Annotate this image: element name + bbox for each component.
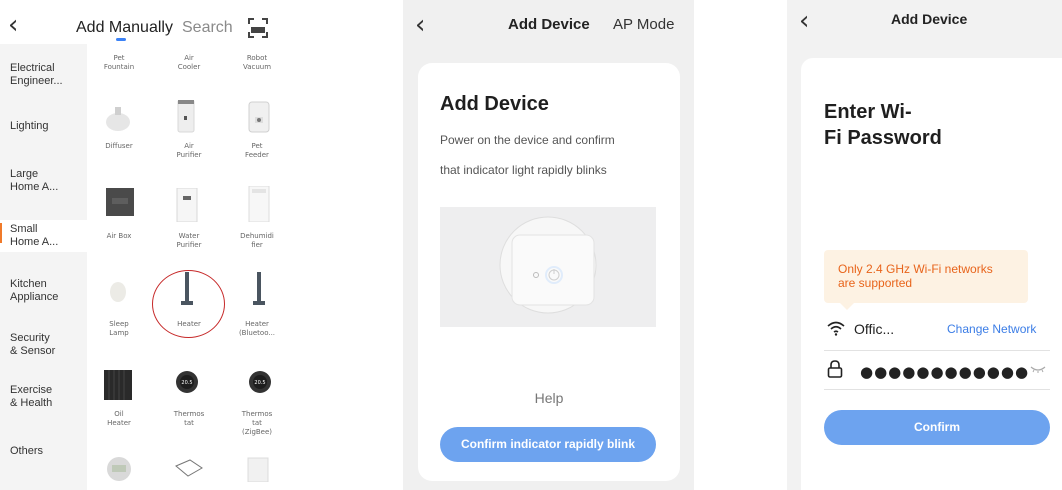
wifi-card: Enter Wi- Fi Password Only 2.4 GHz Wi-Fi… bbox=[801, 58, 1062, 490]
device-label-dehumidifier[interactable]: Dehumidi fier bbox=[226, 232, 278, 250]
device-label-heater[interactable]: Heater bbox=[158, 320, 220, 329]
device-label-air-box[interactable]: Air Box bbox=[88, 232, 150, 241]
device-label-sleep-lamp[interactable]: Sleep Lamp bbox=[88, 320, 150, 338]
category-label: Exercise & Health bbox=[10, 384, 53, 409]
category-label: Kitchen Appliance bbox=[10, 278, 59, 303]
card-title: Add Device bbox=[440, 93, 549, 115]
air-purifier-icon[interactable] bbox=[176, 100, 196, 134]
page-title: Add Device bbox=[508, 16, 590, 33]
device-illustration bbox=[440, 207, 656, 327]
category-label: Security & Sensor bbox=[10, 332, 56, 357]
scan-icon[interactable] bbox=[248, 18, 268, 38]
meter-icon[interactable] bbox=[106, 456, 132, 482]
category-small-home[interactable]: Small Home A... bbox=[0, 220, 87, 252]
device-label-thermostat[interactable]: Thermos tat bbox=[158, 410, 220, 428]
device-label-oil-heater[interactable]: Oil Heater bbox=[88, 410, 150, 428]
category-security[interactable]: Security & Sensor bbox=[0, 332, 87, 358]
thermostat-zigbee-icon[interactable]: 20.5 bbox=[248, 370, 272, 394]
category-label: Large Home A... bbox=[10, 168, 59, 193]
category-kitchen[interactable]: Kitchen Appliance bbox=[0, 278, 87, 304]
category-electrical[interactable]: Electrical Engineer... bbox=[0, 62, 87, 88]
device-label-robot-vacuum[interactable]: Robot Vacuum bbox=[226, 54, 278, 72]
back-chevron-icon[interactable]: ‹ bbox=[799, 8, 809, 34]
device-label-air-purifier[interactable]: Air Purifier bbox=[158, 142, 220, 160]
network-warning-bubble: Only 2.4 GHz Wi-Fi networks are supporte… bbox=[824, 250, 1028, 310]
ap-mode-link[interactable]: AP Mode bbox=[613, 16, 674, 33]
air-box-icon[interactable] bbox=[106, 188, 134, 216]
tab-add-manually[interactable]: Add Manually bbox=[76, 19, 173, 37]
device-label-heater-bluetooth[interactable]: Heater (Bluetoo... bbox=[226, 320, 278, 338]
panel-device-icon[interactable] bbox=[246, 456, 270, 482]
confirm-blink-button[interactable]: Confirm indicator rapidly blink bbox=[440, 427, 656, 462]
oil-heater-icon[interactable] bbox=[104, 370, 132, 400]
device-label-water-purifier[interactable]: Water Purifier bbox=[158, 232, 220, 250]
wifi-ssid: Offic... bbox=[854, 321, 895, 337]
sleep-lamp-icon[interactable] bbox=[108, 280, 128, 304]
tab-search[interactable]: Search bbox=[182, 19, 233, 37]
add-manually-screen: ‹ Add Manually Search Electrical Enginee… bbox=[0, 0, 278, 490]
category-exercise[interactable]: Exercise & Health bbox=[0, 384, 87, 410]
pet-feeder-icon[interactable] bbox=[248, 100, 270, 134]
lock-icon bbox=[827, 360, 843, 378]
heater-bluetooth-icon[interactable] bbox=[252, 272, 266, 308]
help-link[interactable]: Help bbox=[418, 390, 680, 406]
wifi-password-screen: ‹ Add Device Enter Wi- Fi Password Only … bbox=[787, 0, 1062, 490]
back-chevron-icon[interactable]: ‹ bbox=[8, 12, 18, 38]
tray-icon[interactable] bbox=[174, 458, 204, 480]
category-lighting[interactable]: Lighting bbox=[0, 120, 87, 133]
divider bbox=[824, 350, 1050, 351]
instruction-line-1: Power on the device and confirm bbox=[440, 133, 615, 147]
dehumidifier-icon[interactable] bbox=[248, 186, 270, 222]
category-label: Lighting bbox=[10, 120, 49, 132]
device-label-pet-feeder[interactable]: Pet Feeder bbox=[226, 142, 278, 160]
add-device-screen: ‹ Add Device AP Mode Add Device Power on… bbox=[403, 0, 694, 490]
confirm-button[interactable]: Confirm bbox=[824, 410, 1050, 445]
svg-text:20.5: 20.5 bbox=[181, 380, 192, 386]
category-label: Electrical Engineer... bbox=[10, 62, 63, 87]
svg-text:20.5: 20.5 bbox=[254, 380, 265, 386]
top-bar: ‹ Add Manually Search bbox=[0, 0, 278, 44]
category-label: Others bbox=[10, 445, 44, 457]
device-label-air-cooler[interactable]: Air Cooler bbox=[158, 54, 220, 72]
divider bbox=[824, 389, 1050, 390]
change-network-link[interactable]: Change Network bbox=[947, 322, 1036, 336]
category-sidebar: Electrical Engineer... Lighting Large Ho… bbox=[0, 44, 87, 490]
wifi-icon bbox=[827, 321, 845, 336]
password-field[interactable]: ●●●●●●●●●●●● bbox=[860, 363, 1029, 381]
device-label-thermostat-zigbee[interactable]: Thermos tat (ZigBee) bbox=[226, 410, 278, 437]
category-large-home[interactable]: Large Home A... bbox=[0, 168, 87, 194]
back-chevron-icon[interactable]: ‹ bbox=[415, 12, 425, 38]
card-title-line-2: Fi Password bbox=[824, 127, 942, 149]
card-title-line-1: Enter Wi- bbox=[824, 101, 912, 123]
diffuser-icon[interactable] bbox=[103, 104, 133, 132]
device-label-diffuser[interactable]: Diffuser bbox=[88, 142, 150, 151]
eye-closed-icon[interactable] bbox=[1029, 365, 1047, 373]
device-label-pet-fountain[interactable]: Pet Fountain bbox=[88, 54, 150, 72]
instruction-card: Add Device Power on the device and confi… bbox=[418, 63, 680, 481]
active-tab-indicator bbox=[116, 38, 126, 41]
category-label: Small Home A... bbox=[10, 223, 59, 248]
thermostat-icon[interactable]: 20.5 bbox=[175, 370, 199, 394]
instruction-line-2: that indicator light rapidly blinks bbox=[440, 163, 607, 177]
water-purifier-icon[interactable] bbox=[176, 188, 198, 222]
device-power-illustration-icon bbox=[499, 216, 597, 314]
category-others[interactable]: Others bbox=[0, 445, 87, 458]
warning-text: Only 2.4 GHz Wi-Fi networks are supporte… bbox=[838, 262, 993, 290]
page-title: Add Device bbox=[891, 11, 968, 27]
